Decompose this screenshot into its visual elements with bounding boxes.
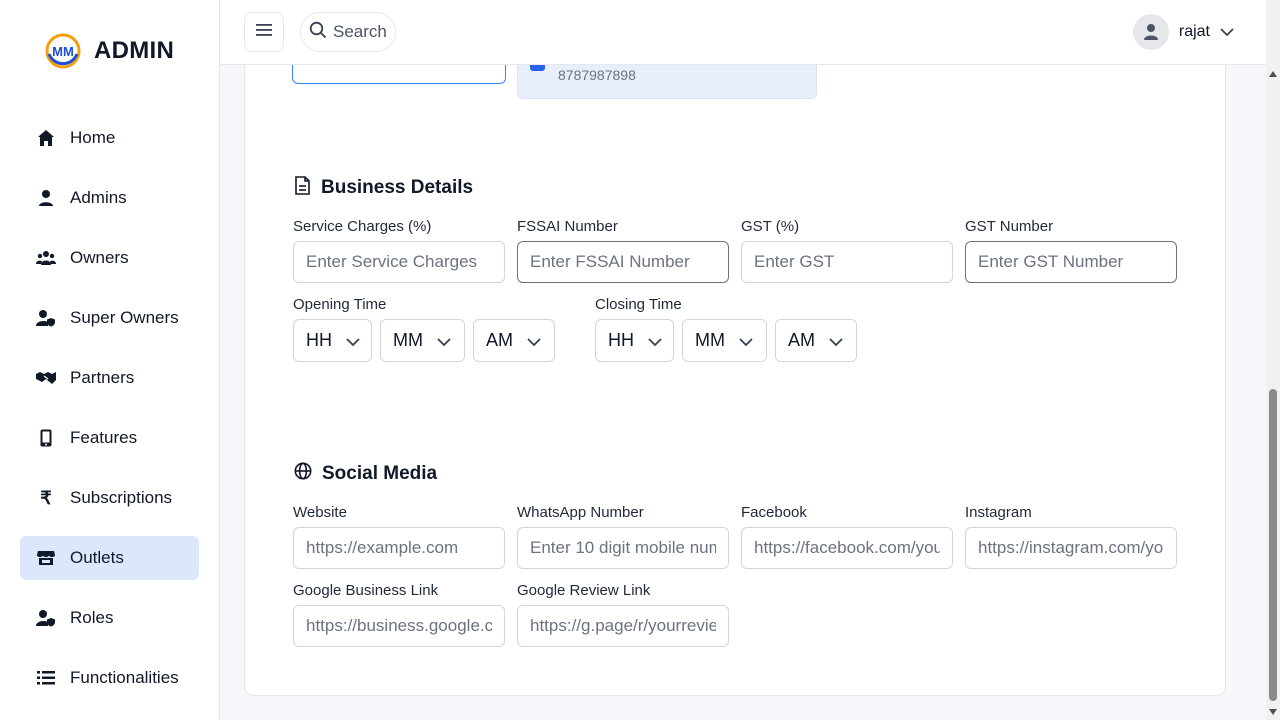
sidebar-item-functionalities[interactable]: Functionalities	[20, 656, 199, 700]
home-icon	[36, 128, 56, 148]
closing-minute-select[interactable]: MM	[682, 319, 767, 362]
sidebar-item-label: Partners	[70, 368, 135, 387]
sidebar-item-label: Subscriptions	[70, 488, 173, 507]
mobile-icon	[36, 428, 56, 448]
gst-input[interactable]	[741, 241, 953, 283]
closing-hour-select[interactable]: HH	[595, 319, 674, 362]
logo-icon: MM	[44, 32, 82, 70]
sidebar-item-label: Outlets	[70, 548, 124, 567]
instagram-input[interactable]	[965, 527, 1177, 569]
brand[interactable]: MM ADMIN	[44, 32, 174, 70]
sidebar-item-label: Functionalities	[70, 668, 179, 687]
scroll-up-arrow-icon[interactable]	[1269, 71, 1277, 77]
scrollbar-thumb[interactable]	[1269, 389, 1277, 701]
user-shield-icon	[36, 308, 56, 328]
service-charges-label: Service Charges (%)	[293, 218, 432, 235]
select-value: MM	[393, 330, 423, 350]
globe-icon	[294, 462, 312, 485]
document-icon	[294, 176, 311, 200]
section-title: Social Media	[322, 462, 438, 484]
google-review-label: Google Review Link	[517, 582, 651, 599]
sidebar-item-subscriptions[interactable]: ₹ Subscriptions	[20, 476, 199, 520]
website-input[interactable]	[293, 527, 505, 569]
whatsapp-input[interactable]	[517, 527, 729, 569]
google-business-label: Google Business Link	[293, 582, 439, 599]
chevron-down-icon	[648, 330, 662, 351]
chevron-down-icon	[437, 330, 451, 351]
fssai-input[interactable]	[517, 241, 729, 283]
sidebar-item-roles[interactable]: Roles	[20, 596, 199, 640]
whatsapp-label: WhatsApp Number	[517, 504, 644, 521]
google-business-input[interactable]	[293, 605, 505, 647]
sidebar-item-partners[interactable]: Partners	[20, 356, 199, 400]
sidebar-item-outlets[interactable]: Outlets	[20, 536, 199, 580]
rupee-icon: ₹	[40, 487, 52, 508]
closing-ampm-select[interactable]: AM	[775, 319, 857, 362]
gst-number-input[interactable]	[965, 241, 1177, 283]
opening-time-label: Opening Time	[293, 296, 387, 313]
instagram-label: Instagram	[965, 504, 1032, 521]
sidebar-item-label: Admins	[70, 188, 127, 207]
username: rajat	[1178, 23, 1210, 40]
sidebar-item-owners[interactable]: Owners	[20, 236, 199, 280]
hamburger-icon	[256, 23, 272, 42]
sidebar-item-label: Roles	[70, 608, 114, 627]
handshake-icon	[36, 368, 56, 388]
users-icon	[36, 248, 56, 268]
fssai-label: FSSAI Number	[517, 218, 618, 235]
opening-ampm-select[interactable]: AM	[473, 319, 555, 362]
select-value: HH	[608, 330, 634, 350]
sidebar-nav: Home Admins Owners Super Owners Partners…	[20, 116, 199, 716]
select-value: AM	[486, 330, 513, 350]
facebook-label: Facebook	[741, 504, 807, 521]
chevron-down-icon	[346, 330, 360, 351]
business-details-heading: Business Details	[294, 176, 473, 200]
chevron-down-icon	[527, 330, 541, 351]
google-review-input[interactable]	[517, 605, 729, 647]
search-icon	[309, 21, 327, 44]
social-media-heading: Social Media	[294, 462, 437, 485]
menu-toggle-button[interactable]	[244, 12, 284, 52]
sidebar-item-super-owners[interactable]: Super Owners	[20, 296, 199, 340]
chevron-down-icon	[1220, 23, 1234, 41]
sidebar-item-home[interactable]: Home	[20, 116, 199, 160]
service-charges-input[interactable]	[293, 241, 505, 283]
gst-label: GST (%)	[741, 218, 800, 235]
closing-time-label: Closing Time	[595, 296, 682, 313]
search-input[interactable]: Search	[300, 12, 396, 52]
sidebar-item-label: Super Owners	[70, 308, 179, 327]
website-label: Website	[293, 504, 347, 521]
store-icon	[36, 548, 56, 568]
sidebar-item-admins[interactable]: Admins	[20, 176, 199, 220]
user-icon	[36, 188, 56, 208]
brand-name: ADMIN	[94, 37, 175, 64]
select-value: HH	[306, 330, 332, 350]
facebook-input[interactable]	[741, 527, 953, 569]
avatar	[1132, 14, 1169, 50]
sidebar-item-label: Home	[70, 128, 116, 147]
opening-hour-select[interactable]: HH	[293, 319, 372, 362]
scrollbar[interactable]	[1266, 65, 1280, 720]
select-value: AM	[788, 330, 815, 350]
sidebar-item-features[interactable]: Features	[20, 416, 199, 460]
contact-phone: 8787987898	[558, 67, 636, 83]
section-title: Business Details	[321, 177, 474, 198]
scrollbar-track-top	[1266, 0, 1280, 65]
sidebar-item-label: Features	[70, 428, 138, 447]
list-icon	[36, 668, 56, 688]
logo-text: MM	[52, 44, 74, 59]
sidebar: MM ADMIN Home Admins Owners Super Owners…	[0, 0, 220, 720]
sidebar-item-label: Owners	[70, 248, 129, 267]
opening-minute-select[interactable]: MM	[380, 319, 465, 362]
user-menu[interactable]: rajat	[1132, 14, 1234, 50]
top-header: Search rajat	[220, 0, 1266, 65]
search-placeholder: Search	[333, 22, 387, 41]
chevron-down-icon	[739, 330, 753, 351]
chevron-down-icon	[829, 330, 843, 351]
scroll-down-arrow-icon[interactable]	[1269, 709, 1277, 715]
user-shield-icon	[36, 608, 56, 628]
gst-number-label: GST Number	[965, 218, 1054, 235]
select-value: MM	[695, 330, 725, 350]
